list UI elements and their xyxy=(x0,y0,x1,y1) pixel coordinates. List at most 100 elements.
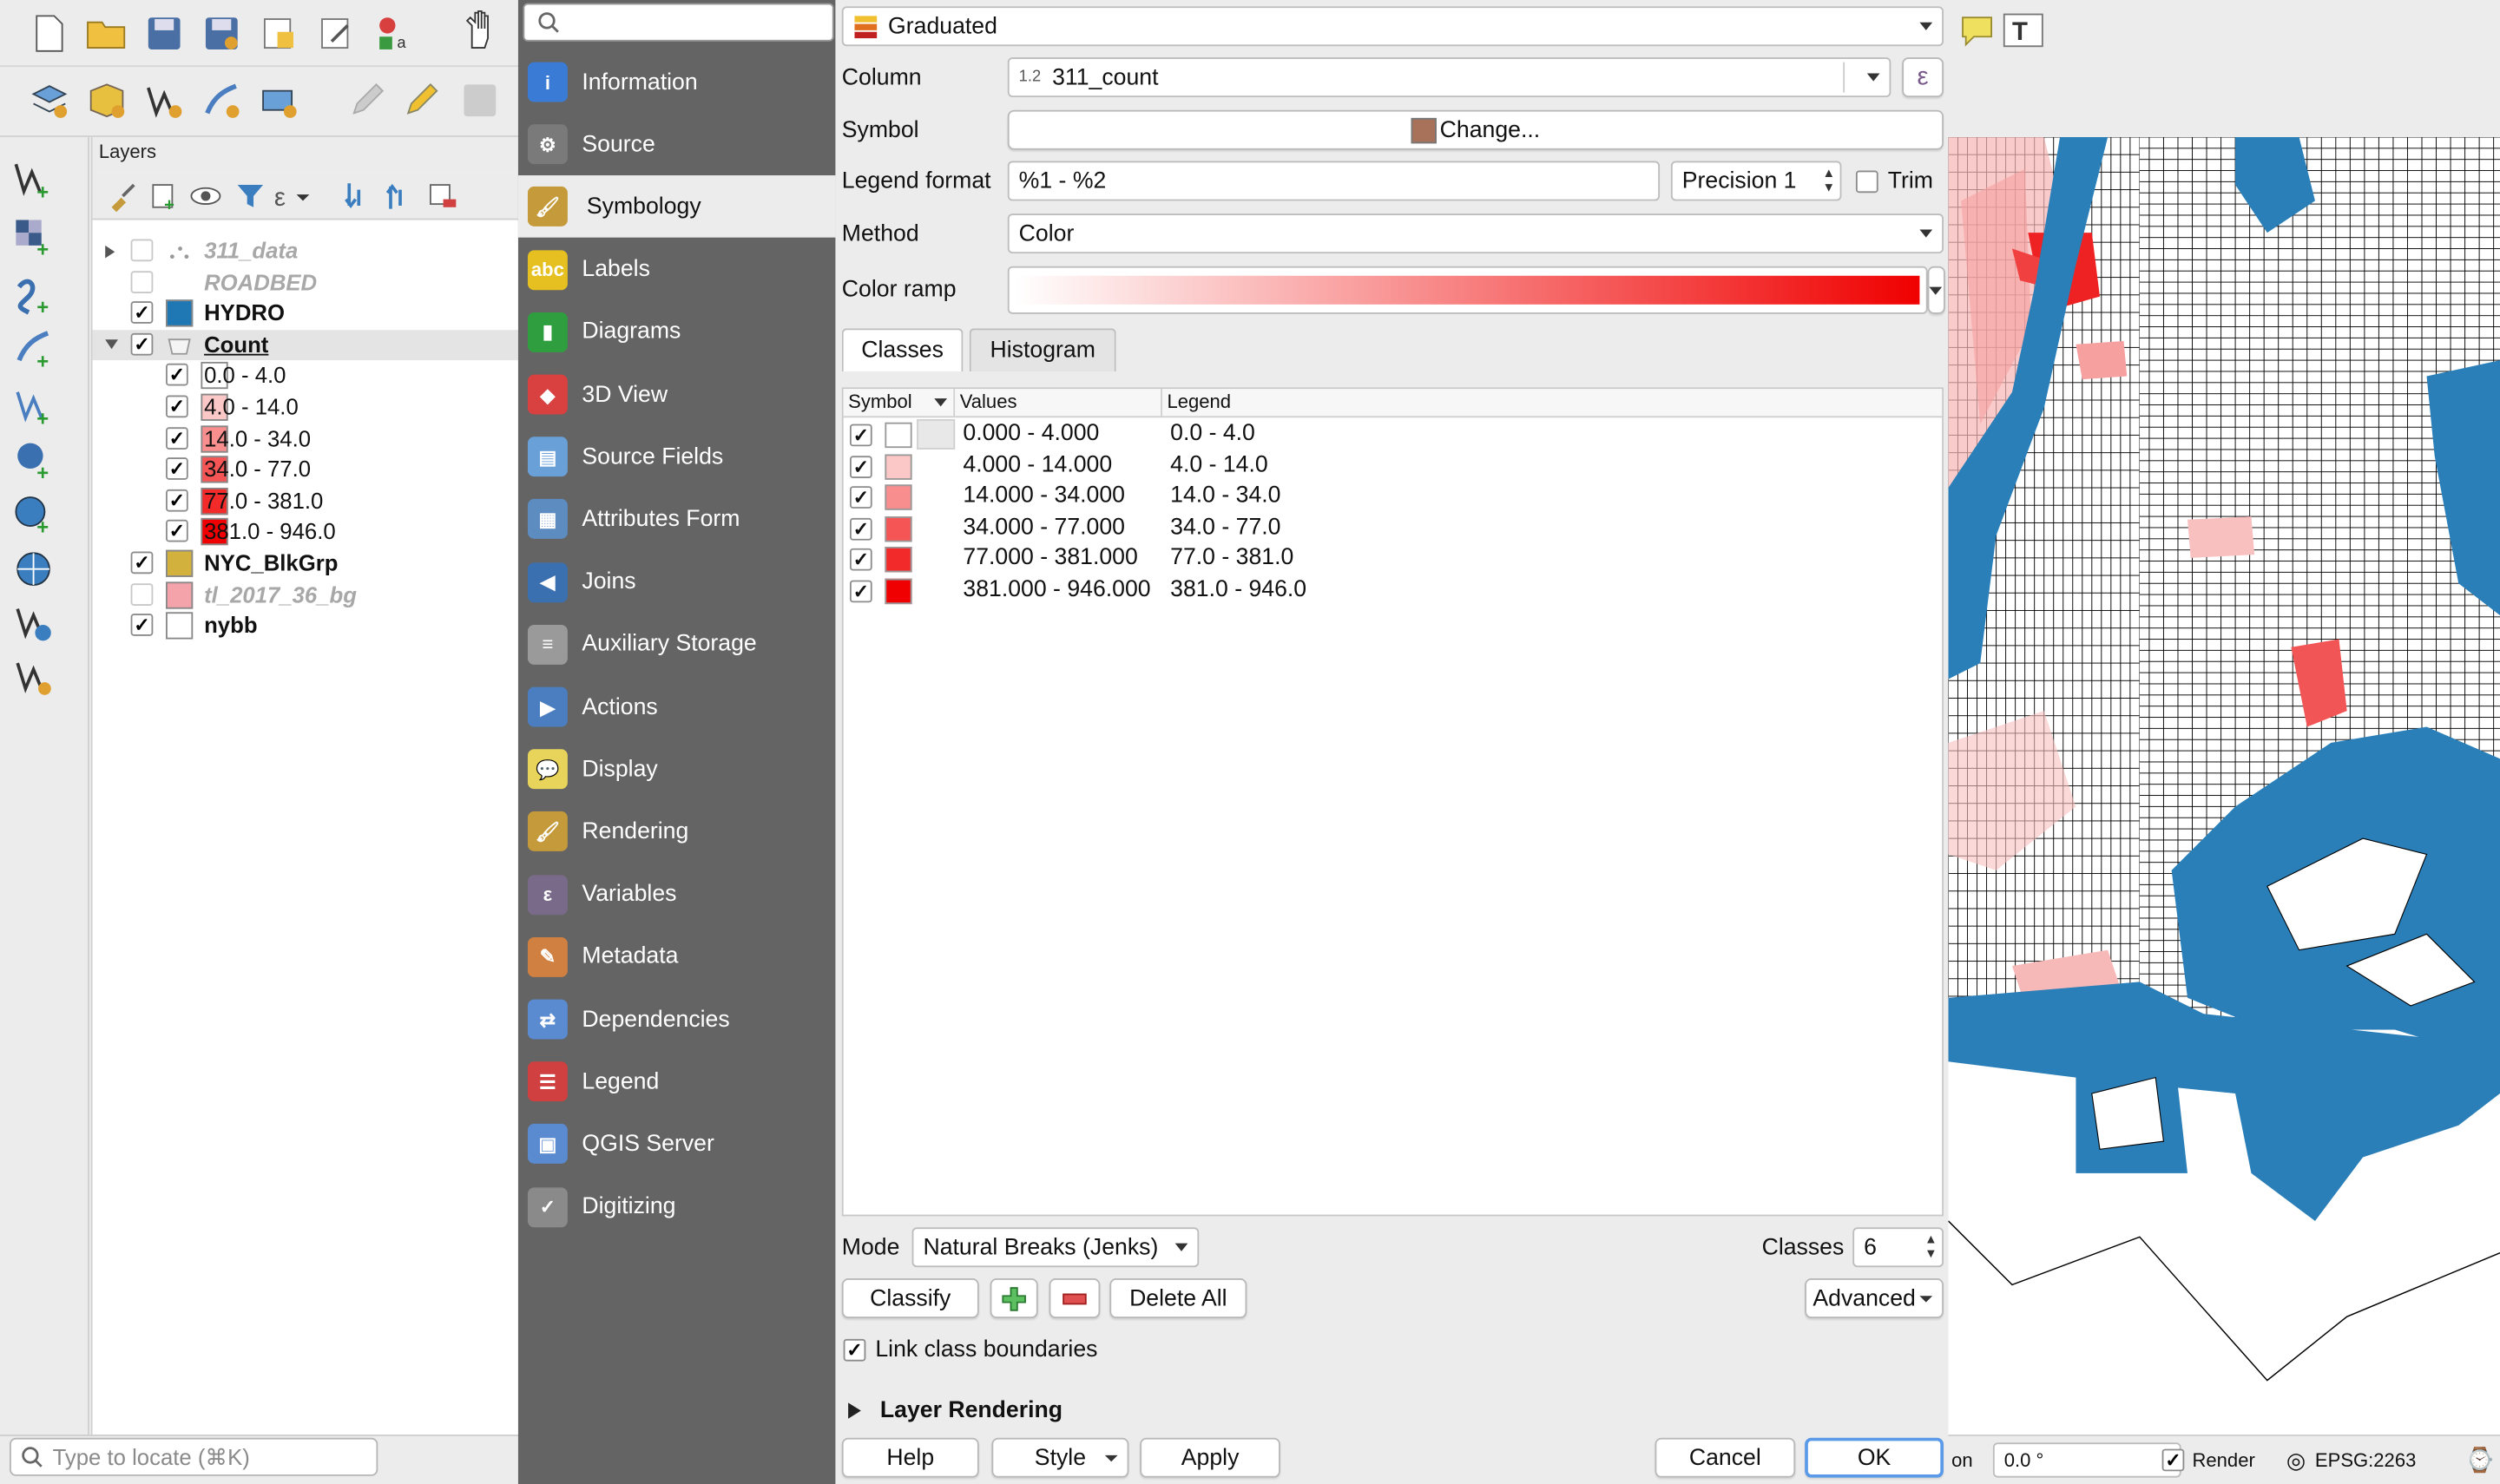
crs-label[interactable]: EPSG:2263 xyxy=(2315,1449,2416,1472)
class-values[interactable]: 77.000 - 381.000 xyxy=(963,546,1137,571)
new-print-layout-icon[interactable] xyxy=(259,13,300,55)
layer-visibility-checkbox[interactable]: ✓ xyxy=(166,489,188,512)
expand-arrow-icon[interactable] xyxy=(848,1402,861,1419)
layer-visibility-checkbox[interactable]: ✓ xyxy=(166,457,188,481)
add-class-button[interactable] xyxy=(990,1278,1038,1318)
add-spatialite-icon[interactable]: + xyxy=(13,385,55,427)
save-project-icon[interactable] xyxy=(143,13,185,55)
class-visibility-checkbox[interactable]: ✓ xyxy=(849,580,872,603)
legend-format-input[interactable]: %1 - %2 xyxy=(1007,161,1661,201)
render-checkbox[interactable]: ✓ xyxy=(2161,1448,2185,1472)
save-edits-icon[interactable] xyxy=(459,80,501,121)
sidebar-item-display[interactable]: 💬 Display xyxy=(518,739,836,801)
new-project-icon[interactable] xyxy=(29,13,70,55)
sidebar-item-actions[interactable]: ▶ Actions xyxy=(518,676,836,739)
add-raster-layer-icon[interactable]: + xyxy=(13,217,55,259)
class-legend[interactable]: 77.0 - 381.0 xyxy=(1170,546,1293,571)
expand-arrow-icon[interactable] xyxy=(105,245,115,259)
new-shapefile-layer-icon[interactable] xyxy=(143,80,185,121)
sidebar-item-source-fields[interactable]: ▤ Source Fields xyxy=(518,426,836,489)
layer-item[interactable]: ✓ NYC_BlkGrp xyxy=(93,548,520,579)
legend-class-item[interactable]: ✓ 381.0 - 946.0 xyxy=(93,517,520,548)
sidebar-item-dependencies[interactable]: ⇄ Dependencies xyxy=(518,988,836,1051)
tab-histogram[interactable]: Histogram xyxy=(969,328,1116,371)
sidebar-item-joins[interactable]: ◀ Joins xyxy=(518,551,836,614)
spin-arrows-icon[interactable]: ▲ ▼ xyxy=(1924,1232,1938,1261)
tab-classes[interactable]: Classes xyxy=(841,328,964,371)
open-project-icon[interactable] xyxy=(86,13,128,55)
class-legend[interactable]: 0.0 - 4.0 xyxy=(1170,421,1255,446)
rotation-field[interactable]: 0.0 ° xyxy=(1992,1442,2181,1478)
classes-table[interactable]: Symbol Values Legend ✓ 0.000 - 4.000 0.0 -… xyxy=(841,387,1944,1217)
sidebar-item-3d-view[interactable]: ◆ 3D View xyxy=(518,364,836,426)
class-visibility-checkbox[interactable]: ✓ xyxy=(849,424,872,447)
cancel-button[interactable]: Cancel xyxy=(1655,1437,1796,1478)
add-mesh-layer-icon[interactable]: + xyxy=(13,274,55,316)
digitize-icon[interactable] xyxy=(201,80,242,121)
style-button[interactable]: Style xyxy=(991,1437,1129,1478)
map-tips-icon[interactable] xyxy=(1958,10,2000,51)
classes-count-spinbox[interactable]: 6 ▲ ▼ xyxy=(1852,1227,1944,1268)
layer-visibility-checkbox[interactable]: ✓ xyxy=(166,395,188,418)
layer-item[interactable]: ✓ nybb xyxy=(93,611,520,641)
text-annotation-icon[interactable]: T xyxy=(2003,10,2044,51)
map-canvas[interactable] xyxy=(1948,136,2500,1435)
layer-visibility-checkbox[interactable] xyxy=(130,270,154,293)
renderer-select[interactable]: Graduated xyxy=(841,6,1944,47)
remove-class-button[interactable] xyxy=(1049,1278,1101,1318)
column-field-select[interactable]: 1.2 311_count xyxy=(1007,57,1891,98)
visibility-eye-icon[interactable] xyxy=(185,175,227,217)
legend-class-item[interactable]: ✓ 77.0 - 381.0 xyxy=(93,486,520,516)
class-legend[interactable]: 34.0 - 77.0 xyxy=(1170,515,1280,540)
expand-all-icon[interactable] xyxy=(338,175,379,217)
class-symbol-swatch[interactable] xyxy=(885,578,912,605)
layer-visibility-checkbox[interactable]: ✓ xyxy=(130,332,154,356)
sidebar-item-symbology[interactable]: 🖌 Symbology xyxy=(517,175,836,239)
layer-visibility-checkbox[interactable]: ✓ xyxy=(130,614,154,637)
sidebar-item-legend[interactable]: ☰ Legend xyxy=(518,1051,836,1113)
symbol-change-button[interactable]: Change... xyxy=(1007,109,1944,150)
messages-icon[interactable]: ⌚ xyxy=(2465,1446,2495,1474)
legend-class-item[interactable]: ✓ 14.0 - 34.0 xyxy=(93,424,520,454)
legend-class-item[interactable]: ✓ 4.0 - 14.0 xyxy=(93,392,520,423)
layer-visibility-checkbox[interactable] xyxy=(130,239,154,262)
filter-legend-icon[interactable] xyxy=(229,175,271,217)
sidebar-item-variables[interactable]: ε Variables xyxy=(518,863,836,926)
sidebar-item-attributes-form[interactable]: ▦ Attributes Form xyxy=(518,489,836,551)
spin-arrows-icon[interactable]: ▲ ▼ xyxy=(1823,166,1836,194)
filter-expression-icon[interactable]: ε xyxy=(271,175,312,217)
advanced-button[interactable]: Advanced xyxy=(1805,1278,1944,1318)
class-symbol-swatch[interactable] xyxy=(885,484,912,511)
crs-globe-icon[interactable]: ◎ xyxy=(2286,1448,2306,1474)
layer-visibility-checkbox[interactable]: ✓ xyxy=(130,551,154,575)
sidebar-item-digitizing[interactable]: ✓ Digitizing xyxy=(518,1176,836,1238)
class-values[interactable]: 4.000 - 14.000 xyxy=(963,452,1112,477)
class-visibility-checkbox[interactable]: ✓ xyxy=(849,486,872,509)
layer-item[interactable]: ROADBED xyxy=(93,267,520,298)
class-row[interactable]: ✓ 34.000 - 77.000 34.0 - 77.0 xyxy=(844,513,1943,544)
sidebar-item-metadata[interactable]: ✎ Metadata xyxy=(518,926,836,988)
class-symbol-swatch[interactable] xyxy=(885,547,912,574)
layer-visibility-checkbox[interactable]: ✓ xyxy=(166,426,188,450)
class-visibility-checkbox[interactable]: ✓ xyxy=(849,517,872,541)
color-ramp-dropdown[interactable] xyxy=(1927,266,1945,314)
sidebar-item-source[interactable]: ⚙ Source xyxy=(518,114,836,176)
class-values[interactable]: 0.000 - 4.000 xyxy=(963,421,1099,446)
save-as-icon[interactable] xyxy=(201,13,242,55)
layer-visibility-checkbox[interactable]: ✓ xyxy=(166,364,188,387)
class-values[interactable]: 34.000 - 77.000 xyxy=(963,515,1125,540)
collapse-all-icon[interactable] xyxy=(379,175,421,217)
class-symbol-swatch[interactable] xyxy=(885,422,912,449)
add-wms-icon[interactable]: + xyxy=(13,494,55,535)
method-select[interactable]: Color xyxy=(1007,213,1944,254)
help-button[interactable]: Help xyxy=(841,1437,979,1478)
layer-item[interactable]: tl_2017_36_bg xyxy=(93,580,520,610)
add-delimited-text-icon[interactable]: + xyxy=(13,328,55,370)
new-temp-scratch-layer-icon[interactable] xyxy=(13,657,55,699)
delete-all-button[interactable]: Delete All xyxy=(1109,1278,1247,1318)
class-row[interactable]: ✓ 77.000 - 381.000 77.0 - 381.0 xyxy=(844,544,1943,575)
class-row[interactable]: ✓ 381.000 - 946.000 381.0 - 946.0 xyxy=(844,575,1943,607)
class-row[interactable]: ✓ 0.000 - 4.000 0.0 - 4.0 xyxy=(844,419,1943,450)
add-vector-layer-icon[interactable]: + xyxy=(13,160,55,200)
style-layer-icon[interactable] xyxy=(102,175,144,217)
